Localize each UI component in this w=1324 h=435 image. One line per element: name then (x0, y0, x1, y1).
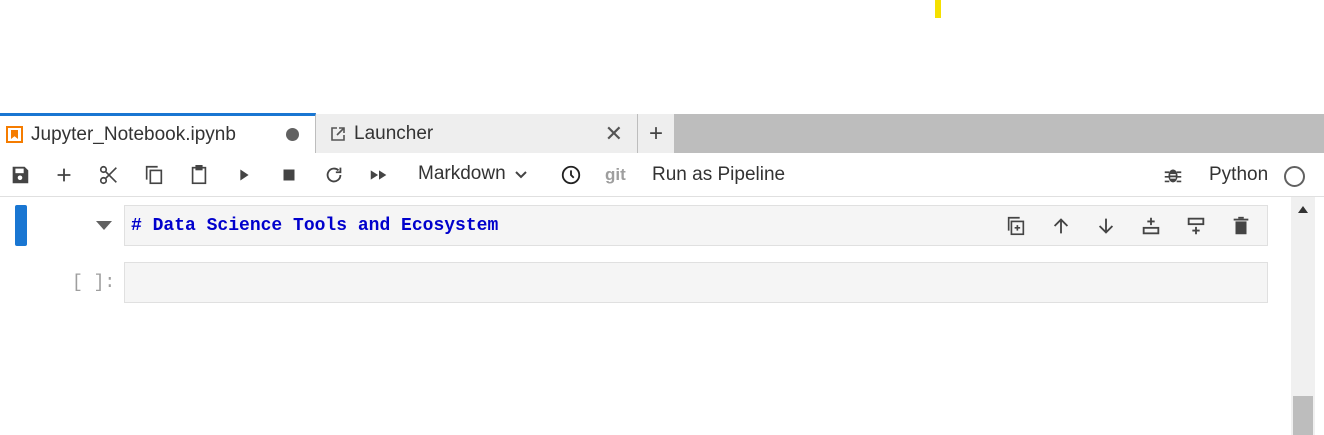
run-as-pipeline-button[interactable]: Run as Pipeline (652, 164, 785, 186)
stop-icon[interactable] (277, 163, 301, 187)
kernel-status-icon (1284, 166, 1305, 187)
cut-icon[interactable] (97, 163, 121, 187)
git-button[interactable]: git (605, 165, 626, 185)
bug-icon[interactable] (1161, 163, 1185, 187)
duplicate-icon[interactable] (1004, 214, 1028, 238)
save-icon[interactable] (8, 163, 32, 187)
code-cell[interactable] (124, 262, 1268, 303)
kernel-name[interactable]: Python (1209, 164, 1268, 186)
external-link-icon (331, 126, 345, 141)
chevron-down-icon (514, 171, 527, 179)
move-down-icon[interactable] (1094, 214, 1118, 238)
close-icon[interactable]: ✕ (605, 121, 623, 147)
scrollbar[interactable] (1291, 197, 1315, 435)
notebook-panel: # Data Science Tools and Ecosystem [ ]: (0, 197, 1291, 435)
paste-icon[interactable] (187, 163, 211, 187)
notebook-icon (6, 126, 23, 143)
execution-prompt: [ ]: (72, 273, 116, 293)
tab-label: Jupyter_Notebook.ipynb (31, 123, 236, 145)
unsaved-indicator-icon[interactable] (286, 128, 299, 141)
notebook-toolbar: Markdown git Run as Pipeline Python (0, 153, 1324, 197)
move-up-icon[interactable] (1049, 214, 1073, 238)
run-icon[interactable] (232, 163, 256, 187)
tab-bar: Jupyter_Notebook.ipynb Launcher ✕ + (0, 113, 1324, 153)
scroll-up-icon[interactable] (1298, 206, 1308, 213)
cursor-marker (935, 0, 941, 18)
insert-below-icon[interactable] (1184, 214, 1208, 238)
collapse-caret-icon[interactable] (96, 221, 112, 230)
tab-launcher[interactable]: Launcher ✕ (316, 114, 638, 153)
markdown-cell[interactable]: # Data Science Tools and Ecosystem (124, 205, 1268, 246)
blank-area (0, 0, 1324, 114)
cell-type-label: Markdown (418, 163, 506, 184)
fast-forward-icon[interactable] (367, 163, 391, 187)
scroll-thumb[interactable] (1293, 396, 1313, 435)
add-tab-button[interactable]: + (638, 114, 674, 153)
restart-icon[interactable] (322, 163, 346, 187)
insert-above-icon[interactable] (1139, 214, 1163, 238)
cell-type-dropdown[interactable]: Markdown (418, 163, 528, 185)
clock-icon[interactable] (559, 163, 583, 187)
tab-jupyter-notebook[interactable]: Jupyter_Notebook.ipynb (0, 113, 316, 153)
copy-icon[interactable] (142, 163, 166, 187)
delete-icon[interactable] (1229, 214, 1253, 238)
tab-label: Launcher (354, 122, 434, 144)
markdown-source[interactable]: # Data Science Tools and Ecosystem (131, 216, 498, 236)
cell-toolbar (1004, 214, 1253, 238)
add-cell-icon[interactable] (52, 163, 76, 187)
active-cell-indicator[interactable] (15, 205, 27, 246)
